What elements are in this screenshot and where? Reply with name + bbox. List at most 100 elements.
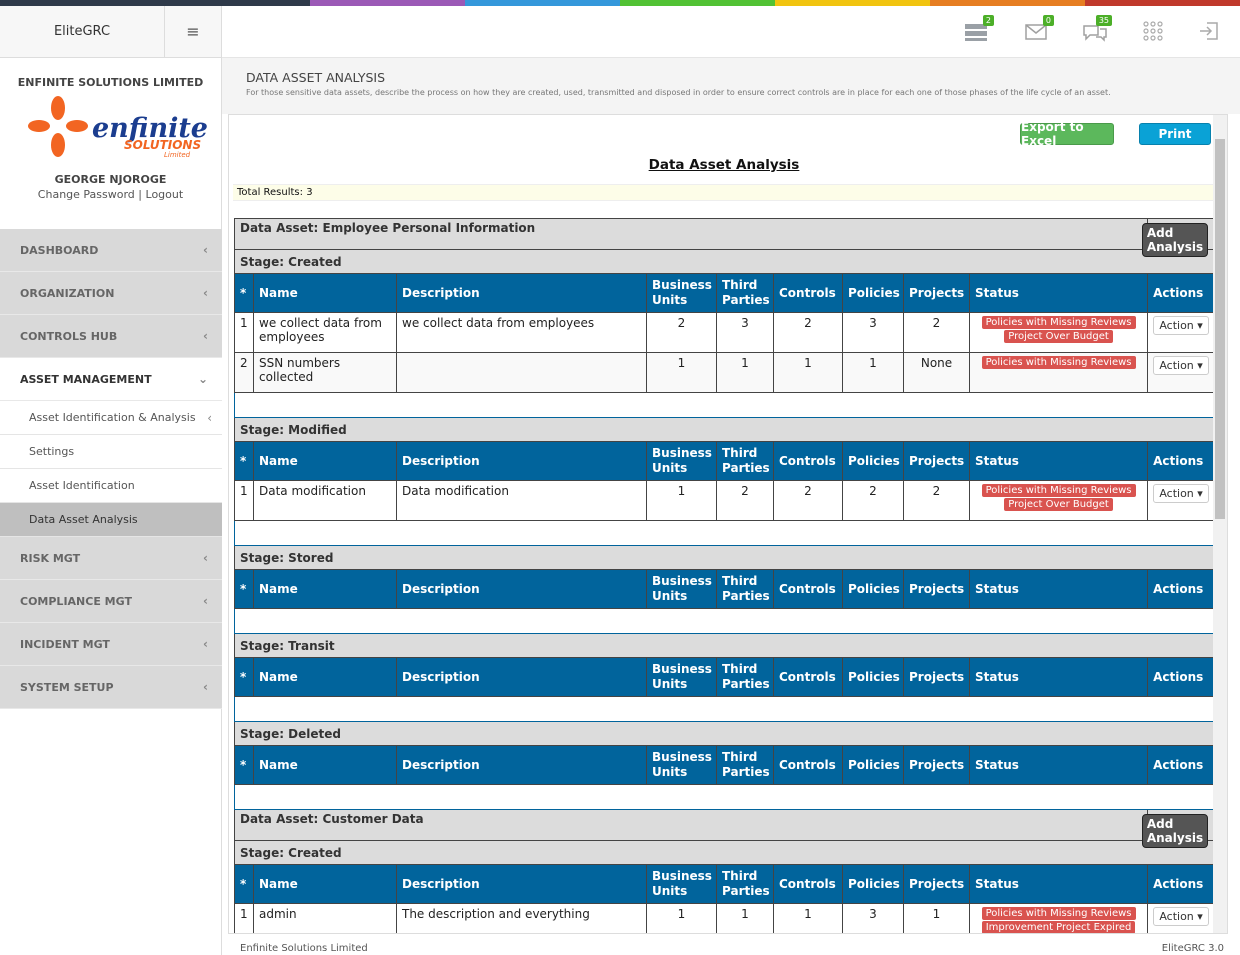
sidebar: EliteGRC ≡ ENFINITE SOLUTIONS LIMITED en… [0, 6, 222, 955]
menu-incident-mgt[interactable]: INCIDENT MGT ‹ [0, 623, 222, 666]
stage-label: Stage: Modified [233, 417, 1216, 442]
cell-policies: 3 [842, 903, 904, 933]
action-dropdown[interactable]: Action ▾ [1153, 484, 1209, 503]
export-excel-button[interactable]: Export to Excel [1020, 120, 1114, 148]
cell-actions: Action ▾ [1147, 312, 1216, 353]
menu-dashboard[interactable]: DASHBOARD ‹ [0, 229, 222, 272]
table-header-row: * Name Description Business Units Third Part… [234, 745, 1216, 785]
menu-controls-hub[interactable]: CONTROLS HUB ‹ [0, 315, 222, 358]
spacer-row [233, 696, 1216, 722]
col-name: Name [253, 273, 397, 313]
action-dropdown[interactable]: Action ▾ [1153, 316, 1209, 335]
hamburger-menu-icon[interactable]: ≡ [165, 6, 221, 57]
mail-icon[interactable]: 0 [1024, 15, 1054, 42]
col-actions: Actions [1147, 273, 1216, 313]
menu-compliance-mgt[interactable]: COMPLIANCE MGT ‹ [0, 580, 222, 623]
footer-company: Enfinite Solutions Limited [240, 943, 368, 954]
cell-no: 2 [234, 352, 254, 393]
submenu-label: Asset Identification & Analysis [29, 411, 196, 424]
data-asset-table: Data Asset: Employee Personal Informatio… [233, 218, 1216, 933]
company-name: ENFINITE SOLUTIONS LIMITED [17, 76, 204, 89]
cell-business-units: 1 [646, 480, 717, 521]
menu-label: ORGANIZATION [20, 286, 115, 300]
col-business-units: Business Units [646, 273, 717, 313]
cell-name: Data modification [253, 480, 397, 521]
cell-status: Policies with Missing Reviews Project Ove… [968, 480, 1149, 521]
stage-label: Stage: Transit [233, 633, 1216, 658]
cell-projects: None [903, 352, 970, 393]
action-dropdown[interactable]: Action ▾ [1153, 356, 1209, 375]
cell-policies: 2 [842, 480, 904, 521]
mail-badge: 0 [1042, 15, 1054, 26]
menu-label: DASHBOARD [20, 243, 99, 257]
submenu-label: Settings [29, 445, 75, 458]
asset-header-row: Data Asset: Customer Data Add Analysis [233, 809, 1216, 848]
cell-name: SSN numbers collected [253, 352, 397, 393]
cell-projects: 1 [903, 903, 970, 933]
col-controls: Controls [773, 273, 843, 313]
menu-risk-mgt[interactable]: RISK MGT ‹ [0, 537, 222, 580]
menu-asset-management[interactable]: ASSET MANAGEMENT ⌄ [0, 358, 222, 401]
stage-row: Stage: Created [233, 249, 1216, 274]
apps-grid-icon[interactable] [1142, 20, 1166, 42]
action-dropdown[interactable]: Action ▾ [1153, 907, 1209, 926]
status-badge: Project Over Budget [1004, 330, 1113, 343]
chevron-left-icon: ‹ [203, 551, 208, 565]
cell-controls: 2 [773, 480, 843, 521]
cell-description: we collect data from employees [396, 312, 647, 353]
status-badge: Policies with Missing Reviews [981, 316, 1136, 329]
tasks-badge: 2 [982, 15, 994, 26]
menu-system-setup[interactable]: SYSTEM SETUP ‹ [0, 666, 222, 709]
menu-label: INCIDENT MGT [20, 637, 110, 651]
stage-label: Stage: Created [233, 840, 1216, 865]
vertical-scrollbar[interactable] [1213, 115, 1227, 933]
scrollbar-thumb[interactable] [1215, 139, 1225, 519]
col-third-parties: Third Parties [716, 273, 774, 313]
stage-row: Stage: Deleted [233, 721, 1216, 746]
status-badge: Policies with Missing Reviews [981, 907, 1136, 920]
cell-projects: 2 [903, 480, 970, 521]
cell-projects: 2 [903, 312, 970, 353]
messages-icon[interactable]: 35 [1082, 15, 1112, 42]
brand-name[interactable]: EliteGRC [0, 6, 165, 57]
add-analysis-button[interactable]: Add Analysis [1141, 814, 1209, 848]
cell-actions: Action ▾ [1147, 480, 1216, 521]
chevron-left-icon: ‹ [203, 594, 208, 608]
cell-description [396, 352, 647, 393]
company-logo: enfinite SOLUTIONS Limited [28, 95, 221, 167]
stage-row: Stage: Transit [233, 633, 1216, 658]
cell-business-units: 1 [646, 903, 717, 933]
cell-no: 1 [234, 480, 254, 521]
cell-actions: Action ▾ [1147, 903, 1216, 933]
tasks-icon[interactable]: 2 [964, 15, 994, 42]
menu-organization[interactable]: ORGANIZATION ‹ [0, 272, 222, 315]
table-header-row: * Name Description Business Units Third Pa… [234, 273, 1216, 313]
chevron-left-icon: ‹ [203, 329, 208, 343]
submenu-label: Data Asset Analysis [29, 513, 138, 526]
submenu-label: Asset Identification [29, 479, 135, 492]
col-status: Status [968, 273, 1149, 313]
table-row: 2 SSN numbers collected 1 1 1 1 None Pol… [234, 352, 1216, 393]
status-badge: Project Over Budget [1004, 498, 1113, 511]
change-password-link[interactable]: Change Password [38, 188, 135, 201]
submenu-asset-identification[interactable]: Asset Identification [0, 469, 222, 503]
cell-description: Data modification [396, 480, 647, 521]
report-panel: Export to Excel Print Data Asset Analysi… [228, 114, 1228, 934]
logo-tiny: Limited [164, 151, 191, 159]
submenu-data-asset-analysis[interactable]: Data Asset Analysis [0, 503, 222, 537]
menu-label: CONTROLS HUB [20, 329, 118, 343]
add-analysis-button[interactable]: Add Analysis [1141, 223, 1209, 257]
submenu-settings[interactable]: Settings [0, 435, 222, 469]
logout-link[interactable]: Logout [146, 188, 184, 201]
logout-icon[interactable] [1198, 20, 1222, 42]
spacer-row [233, 392, 1216, 418]
cell-policies: 3 [842, 312, 904, 353]
stage-label: Stage: Stored [233, 545, 1216, 570]
cell-controls: 1 [773, 352, 843, 393]
col-description: Description [396, 273, 647, 313]
submenu-asset-identification-analysis[interactable]: Asset Identification & Analysis ‹ [0, 401, 222, 435]
asset-header-row: Data Asset: Employee Personal Informatio… [233, 218, 1216, 257]
total-results: Total Results: 3 [233, 184, 1213, 201]
menu-label: SYSTEM SETUP [20, 680, 114, 694]
print-button[interactable]: Print [1139, 123, 1211, 145]
